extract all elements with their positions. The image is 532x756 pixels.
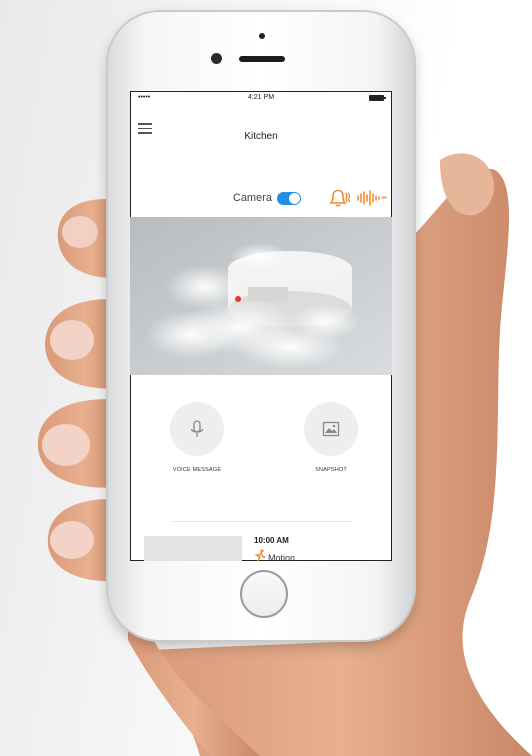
battery-icon: [369, 95, 386, 101]
snapshot-button[interactable]: [304, 402, 358, 456]
nav-bar: Kitchen: [130, 109, 392, 149]
microphone-icon: [190, 420, 204, 437]
camera-controls: Camera: [130, 189, 392, 209]
page-title: Kitchen: [244, 131, 278, 142]
toggle-knob: [289, 193, 300, 204]
running-person-icon: [255, 549, 266, 561]
event-thumbnail[interactable]: [144, 536, 242, 561]
snapshot-label: SNAPSHOT: [315, 467, 347, 473]
front-camera: [211, 53, 222, 64]
sound-wave-icon[interactable]: [356, 190, 388, 206]
camera-feed-image[interactable]: [130, 217, 392, 375]
home-button[interactable]: [240, 570, 288, 618]
app-screen: ••••• 4:21 PM Kitchen Camera VOICE MESSA…: [130, 91, 392, 561]
earpiece-speaker: [239, 56, 285, 62]
section-divider: [172, 521, 352, 522]
voice-message-label: VOICE MESSAGE: [172, 467, 222, 473]
event-type: Motion: [268, 553, 296, 561]
proximity-sensor: [259, 33, 265, 39]
image-icon: [322, 421, 340, 437]
iphone-device: ••••• 4:21 PM Kitchen Camera VOICE MESSA…: [108, 12, 414, 640]
camera-toggle[interactable]: [277, 192, 301, 205]
event-time: 10:00 AM: [254, 536, 289, 545]
alarm-bell-icon[interactable]: [328, 189, 352, 207]
status-bar: ••••• 4:21 PM: [130, 91, 392, 107]
status-time: 4:21 PM: [247, 94, 275, 101]
voice-message-button[interactable]: [170, 402, 224, 456]
camera-toggle-label: Camera: [232, 192, 272, 204]
